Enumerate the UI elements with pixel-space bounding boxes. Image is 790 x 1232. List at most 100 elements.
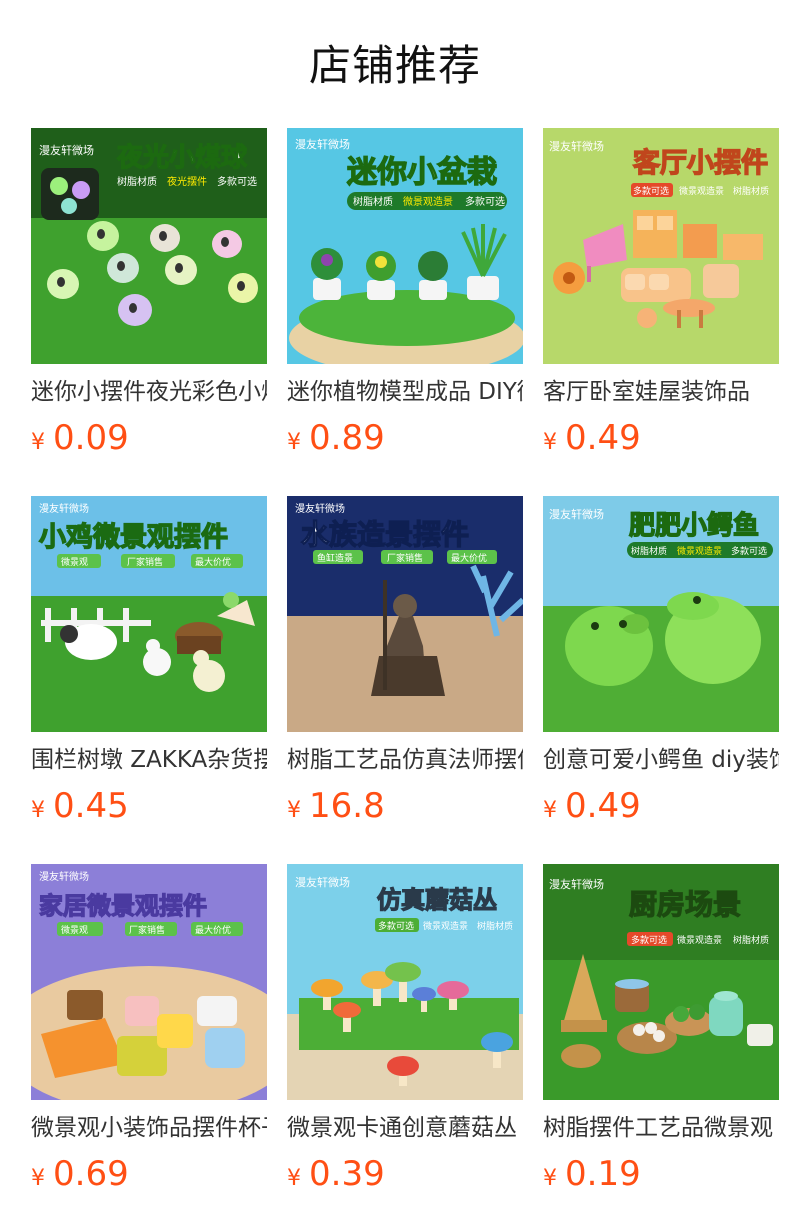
product-card[interactable]: 漫友轩微场 厨房场景 多款可选 微景观造景 树脂材质 树脂摆件工艺品微景观 ¥0…	[543, 864, 779, 1204]
banner-tag-2: 树脂材质	[477, 920, 513, 932]
banner-tag-0: 微景观	[61, 924, 88, 936]
price-value: 0.39	[309, 1154, 385, 1194]
product-card[interactable]: 漫友轩微场 客厅小摆件 多款可选 微景观造景 树脂材质 客厅卧室娃屋装饰品 ¥ …	[543, 128, 779, 468]
product-card[interactable]: 漫友轩微场 仿真蘑菇丛 多款可选 微景观造景 树脂材质 微景观卡通创意蘑菇丛 ¥…	[287, 864, 523, 1204]
product-price: ¥16.8	[287, 784, 385, 828]
product-card[interactable]: 漫友轩微场 迷你小盆栽 树脂材质 微景观造景 多款可选 迷你植物模型成品 DIY…	[287, 128, 523, 468]
price-value: 16.8	[309, 786, 385, 826]
banner-tag-1: 微景观造景	[403, 195, 453, 208]
product-image[interactable]: 漫友轩微场 仿真蘑菇丛 多款可选 微景观造景 树脂材质	[287, 864, 523, 1100]
banner-tag-0: 多款可选	[633, 185, 669, 197]
banner-tag-0: 树脂材质	[353, 195, 393, 208]
product-image[interactable]: 漫友轩微场 肥肥小鳄鱼 树脂材质 微景观造景 多款可选	[543, 496, 779, 732]
banner-tag-0: 鱼缸造景	[317, 552, 353, 564]
brand-logo: 漫友轩微场	[39, 870, 89, 883]
product-price: ¥0.89	[287, 416, 385, 460]
product-image[interactable]: 漫友轩微场 迷你小盆栽 树脂材质 微景观造景 多款可选	[287, 128, 523, 364]
banner-tag-2: 多款可选	[217, 175, 257, 188]
brand-logo: 漫友轩微场	[549, 877, 604, 891]
banner-tag-0: 多款可选	[378, 920, 414, 932]
product-image[interactable]: 漫友轩微场 客厅小摆件 多款可选 微景观造景 树脂材质	[543, 128, 779, 364]
product-name[interactable]: 创意可爱小鳄鱼 diy装饰	[543, 742, 779, 778]
banner-tag-1: 微景观造景	[677, 545, 722, 557]
brand-logo: 漫友轩微场	[295, 502, 345, 515]
brand-logo: 漫友轩微场	[39, 502, 89, 515]
banner-tag-2: 树脂材质	[733, 185, 769, 197]
product-price: ¥0.09	[31, 416, 129, 460]
brand-logo: 漫友轩微场	[39, 143, 94, 157]
currency-symbol: ¥	[287, 1166, 301, 1191]
product-image[interactable]: 漫友轩微场 夜光小煤球 树脂材质 夜光摆件 多款可选	[31, 128, 267, 364]
currency-symbol: ¥	[543, 1166, 557, 1191]
banner-tag-0: 多款可选	[631, 934, 667, 946]
product-price: ¥0.45	[31, 784, 129, 828]
brand-logo: 漫友轩微场	[295, 137, 350, 151]
banner-title: 仿真蘑菇丛	[377, 886, 497, 914]
currency-symbol: ¥	[287, 798, 301, 823]
product-price: ¥0.49	[543, 784, 641, 828]
banner-tag-2: 多款可选	[465, 195, 505, 208]
banner-title: 水族造景摆件	[301, 518, 469, 551]
product-price: ¥0.69	[31, 1152, 129, 1196]
price-value: 0.89	[309, 418, 385, 458]
price-value: 0.69	[53, 1154, 129, 1194]
banner-tag-1: 厂家销售	[127, 556, 163, 568]
banner-title: 小鸡微景观摆件	[39, 522, 228, 553]
product-name[interactable]: 树脂摆件工艺品微景观	[543, 1110, 779, 1146]
banner-tag-0: 微景观	[61, 556, 88, 568]
product-card[interactable]: 漫友轩微场 小鸡微景观摆件 微景观 厂家销售 最大价优 围栏树墩 ZAKKA杂货…	[31, 496, 267, 836]
product-name[interactable]: 迷你植物模型成品 DIY微景观	[287, 374, 523, 410]
product-card[interactable]: 漫友轩微场 水族造景摆件 鱼缸造景 厂家销售 最大价优 树脂工艺品仿真法师摆件 …	[287, 496, 523, 836]
product-price: ¥0.39	[287, 1152, 385, 1196]
banner-tag-1: 微景观造景	[677, 934, 722, 946]
currency-symbol: ¥	[31, 430, 45, 455]
currency-symbol: ¥	[543, 430, 557, 455]
currency-symbol: ¥	[543, 798, 557, 823]
product-card[interactable]: 漫友轩微场 肥肥小鳄鱼 树脂材质 微景观造景 多款可选 创意可爱小鳄鱼 diy装…	[543, 496, 779, 836]
banner-title: 家居微景观摆件	[39, 892, 207, 920]
product-price: ¥0.19	[543, 1152, 641, 1196]
banner-tag-1: 微景观造景	[679, 185, 724, 197]
banner-tag-2: 最大价优	[451, 552, 487, 564]
price-value: 0.49	[565, 786, 641, 826]
banner-tag-1: 厂家销售	[129, 924, 165, 936]
price-value: 0.09	[53, 418, 129, 458]
banner-tag-2: 树脂材质	[733, 934, 769, 946]
section-title: 店铺推荐	[308, 41, 481, 90]
banner-tag-2: 多款可选	[731, 545, 767, 557]
product-name[interactable]: 树脂工艺品仿真法师摆件	[287, 742, 523, 778]
product-image[interactable]: 漫友轩微场 厨房场景 多款可选 微景观造景 树脂材质	[543, 864, 779, 1100]
product-image[interactable]: 漫友轩微场 小鸡微景观摆件 微景观 厂家销售 最大价优	[31, 496, 267, 732]
brand-logo: 漫友轩微场	[549, 507, 604, 521]
product-name[interactable]: 迷你小摆件夜光彩色小煤球	[31, 374, 267, 410]
banner-tag-1: 厂家销售	[387, 552, 423, 564]
price-value: 0.49	[565, 418, 641, 458]
banner-title: 厨房场景	[629, 888, 741, 921]
product-name[interactable]: 客厅卧室娃屋装饰品	[543, 374, 779, 410]
currency-symbol: ¥	[31, 1166, 45, 1191]
brand-logo: 漫友轩微场	[549, 139, 604, 153]
banner-title: 夜光小煤球	[116, 142, 248, 173]
banner-tag-2: 最大价优	[195, 924, 231, 936]
banner-tag-0: 树脂材质	[117, 175, 157, 188]
product-image[interactable]: 漫友轩微场 家居微景观摆件 微景观 厂家销售 最大价优	[31, 864, 267, 1100]
banner-tag-0: 树脂材质	[631, 545, 667, 557]
currency-symbol: ¥	[287, 430, 301, 455]
product-grid: 漫友轩微场 夜光小煤球 树脂材质 夜光摆件 多款可选 迷你小摆件夜光彩色小 ¥ …	[31, 128, 779, 1208]
brand-logo: 漫友轩微场	[295, 875, 350, 889]
banner-tag-1: 夜光摆件	[167, 175, 207, 188]
product-name[interactable]: 围栏树墩 ZAKKA杂货摆件	[31, 742, 267, 778]
product-name[interactable]: 微景观小装饰品摆件杯子	[31, 1110, 267, 1146]
banner-tag-2: 最大价优	[195, 556, 231, 568]
product-name[interactable]: 微景观卡通创意蘑菇丛	[287, 1110, 523, 1146]
price-value: 0.45	[53, 786, 129, 826]
product-price: ¥0.49	[543, 416, 641, 460]
product-card[interactable]: 漫友轩微场 夜光小煤球 树脂材质 夜光摆件 多款可选 迷你小摆件夜光彩色小 ¥ …	[31, 128, 267, 468]
banner-title: 迷你小盆栽	[347, 155, 497, 190]
banner-tag-1: 微景观造景	[423, 920, 468, 932]
product-image[interactable]: 漫友轩微场 水族造景摆件 鱼缸造景 厂家销售 最大价优	[287, 496, 523, 732]
currency-symbol: ¥	[31, 798, 45, 823]
banner-title: 客厅小摆件	[633, 147, 768, 179]
product-card[interactable]: 漫友轩微场 家居微景观摆件 微景观 厂家销售 最大价优 微景观小装饰品摆件杯子 …	[31, 864, 267, 1204]
price-value: 0.19	[565, 1154, 641, 1194]
